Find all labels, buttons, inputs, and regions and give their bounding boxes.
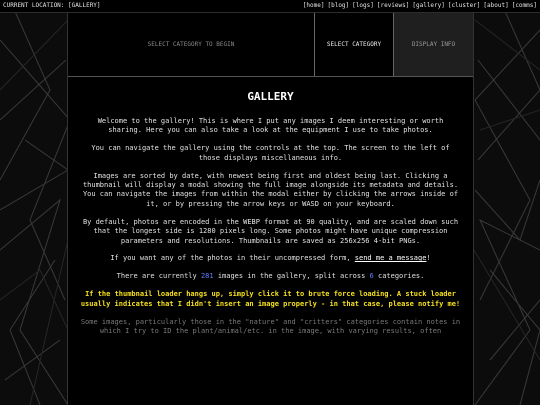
info-screen-text: SELECT CATEGORY TO BEGIN bbox=[147, 41, 235, 48]
intro-paragraph-contact: If you want any of the photos in their u… bbox=[80, 254, 461, 263]
intro-paragraph-encoding: By default, photos are encoded in the WE… bbox=[82, 217, 459, 245]
page-title: GALLERY bbox=[247, 90, 294, 103]
count-text-post: categories. bbox=[373, 272, 425, 281]
image-count: 281 bbox=[200, 272, 214, 281]
gallery-intro: GALLERY Welcome to the gallery! This is … bbox=[80, 90, 461, 345]
nav-logs-link[interactable]: [logs] bbox=[352, 0, 374, 12]
nav-blog-link[interactable]: [blog] bbox=[327, 0, 349, 12]
nav-comms-link[interactable]: [comms] bbox=[512, 0, 537, 12]
nav-cluster-link[interactable]: [cluster] bbox=[448, 0, 481, 12]
count-text-mid: images in the gallery, split across bbox=[213, 272, 370, 281]
intro-paragraph-notes: Some images, particularly those in the "… bbox=[80, 317, 461, 335]
contact-text-pre: If you want any of the photos in their u… bbox=[110, 254, 355, 263]
nav-reviews-link[interactable]: [reviews] bbox=[377, 0, 410, 12]
intro-paragraph-count: There are currently 281 images in the ga… bbox=[80, 272, 461, 281]
top-bar: CURRENT LOCATION: [GALLERY] [home] [blog… bbox=[0, 0, 540, 13]
select-category-label: SELECT CATEGORY bbox=[326, 41, 382, 48]
loader-warning: If the thumbnail loader hangs up, simply… bbox=[80, 290, 461, 308]
intro-paragraph-navigation: You can navigate the gallery using the c… bbox=[91, 144, 450, 162]
intro-paragraph-welcome: Welcome to the gallery! This is where I … bbox=[97, 117, 444, 135]
nav-gallery-link[interactable]: [gallery] bbox=[412, 0, 445, 12]
intro-paragraph-sorting: Images are sorted by date, with newest b… bbox=[82, 171, 459, 208]
current-location: CURRENT LOCATION: [GALLERY] bbox=[3, 2, 101, 9]
nav-about-link[interactable]: [about] bbox=[483, 0, 508, 12]
gallery-panel: SELECT CATEGORY TO BEGIN SELECT CATEGORY… bbox=[67, 13, 474, 405]
send-message-link[interactable]: send me a message bbox=[355, 254, 427, 262]
info-screen: SELECT CATEGORY TO BEGIN bbox=[68, 13, 315, 76]
display-info-button[interactable]: DISPLAY INFO bbox=[394, 13, 473, 76]
site-nav: [home] [blog] [logs] [reviews] [gallery]… bbox=[303, 0, 537, 12]
select-category-button[interactable]: SELECT CATEGORY bbox=[315, 13, 394, 76]
display-info-label: DISPLAY INFO bbox=[411, 41, 456, 48]
nav-home-link[interactable]: [home] bbox=[303, 0, 325, 12]
contact-text-post: ! bbox=[426, 254, 431, 263]
count-text-pre: There are currently bbox=[116, 272, 201, 281]
gallery-controls: SELECT CATEGORY TO BEGIN SELECT CATEGORY… bbox=[68, 13, 473, 77]
